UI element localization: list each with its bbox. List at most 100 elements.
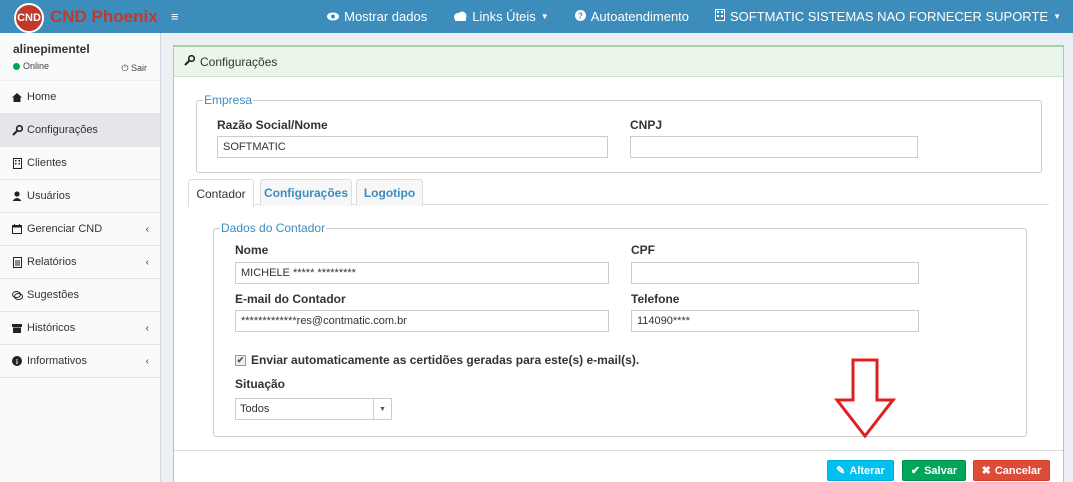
svg-text:i: i — [16, 358, 18, 366]
email-input[interactable]: *************res@contmatic.com.br — [235, 310, 609, 332]
logo-text: CND Phoenix — [50, 6, 158, 26]
check-icon: ✔ — [910, 465, 921, 477]
cpf-input[interactable] — [631, 262, 919, 284]
sidebar-item-label: Sugestões — [27, 289, 79, 301]
user-name: alinepimentel — [13, 42, 90, 56]
svg-text:?: ? — [578, 12, 583, 21]
sidebar-item-historicos[interactable]: Históricos ‹ — [0, 312, 160, 345]
report-icon — [10, 256, 24, 268]
situacao-label: Situação — [235, 377, 286, 391]
nome-input[interactable]: MICHELE ***** ********* — [235, 262, 609, 284]
sidebar-item-label: Históricos — [27, 322, 76, 334]
alterar-label: Alterar — [849, 464, 885, 477]
sidebar-item-label: Gerenciar CND — [27, 223, 103, 235]
tab-bar: Contador Configurações Logotipo — [188, 179, 1049, 207]
tab-contador[interactable]: Contador — [188, 179, 254, 207]
sidebar-item-label: Configurações — [27, 124, 98, 136]
sidebar-item-gerenciar-cnd[interactable]: Gerenciar CND ‹ — [0, 213, 160, 246]
telefone-label: Telefone — [631, 292, 680, 306]
cpf-label: CPF — [631, 243, 655, 257]
hamburger-icon[interactable]: ≡ — [171, 9, 179, 24]
user-status-label: Online — [23, 61, 50, 71]
building-icon — [10, 157, 24, 169]
alterar-button[interactable]: ✎ Alterar — [827, 460, 894, 481]
chevron-left-icon: ‹ — [145, 223, 149, 235]
razao-social-input[interactable]: SOFTMATIC — [217, 136, 608, 158]
wrench-icon — [184, 54, 196, 69]
dados-contador-legend: Dados do Contador — [221, 221, 326, 235]
user-panel: alinepimentel Online ⏻ Sair — [0, 33, 160, 81]
caret-down-icon: ▼ — [373, 399, 391, 419]
razao-social-label: Razão Social/Nome — [217, 118, 328, 132]
autoatendimento-label: Autoatendimento — [590, 9, 690, 24]
logo-badge: CND — [14, 3, 44, 33]
power-icon: ⏻ — [121, 63, 129, 73]
cancelar-button[interactable]: ✖ Cancelar — [973, 460, 1050, 481]
company-label: SOFTMATIC SISTEMAS NAO FORNECER SUPORTE — [730, 9, 1049, 24]
checkbox[interactable]: ✔ — [235, 354, 246, 366]
online-dot-icon — [13, 62, 20, 70]
comments-icon — [10, 290, 24, 300]
cnpj-label: CNPJ — [630, 118, 663, 132]
question-circle-icon: ? — [574, 9, 586, 24]
chevron-left-icon: ‹ — [145, 256, 149, 268]
logo[interactable]: CND CND Phoenix — [0, 0, 161, 33]
links-uteis-dropdown[interactable]: Links Úteis ▼ — [453, 9, 549, 24]
autoatendimento-link[interactable]: ? Autoatendimento — [574, 9, 690, 24]
close-icon: ✖ — [981, 465, 991, 477]
sidebar-item-relatorios[interactable]: Relatórios ‹ — [0, 246, 160, 279]
eye-icon — [327, 9, 340, 24]
sidebar-item-label: Informativos — [27, 355, 87, 367]
salvar-label: Salvar — [924, 464, 958, 477]
caret-down-icon: ▼ — [540, 12, 549, 21]
user-icon — [10, 191, 24, 201]
sidebar-item-configuracoes[interactable]: Configurações — [0, 114, 160, 147]
sidebar-item-sugestoes[interactable]: Sugestões — [0, 279, 160, 312]
nome-label: Nome — [235, 243, 269, 257]
empresa-fieldset: Empresa — [196, 93, 1042, 173]
email-label: E-mail do Contador — [235, 292, 346, 306]
calendar-icon — [10, 224, 24, 234]
footer-divider — [174, 450, 1063, 451]
company-dropdown[interactable]: SOFTMATIC SISTEMAS NAO FORNECER SUPORTE … — [715, 9, 1061, 24]
sidebar-item-label: Usuários — [27, 190, 71, 202]
auto-send-checkbox-row[interactable]: ✔ Enviar automaticamente as certidões ge… — [235, 353, 639, 367]
sidebar-item-clientes[interactable]: Clientes — [0, 147, 160, 180]
annotation-arrow-icon — [833, 358, 897, 441]
situacao-select[interactable]: Todos ▼ — [235, 398, 392, 420]
panel-title: Configurações — [200, 54, 278, 69]
mostrar-dados-link[interactable]: Mostrar dados — [327, 9, 427, 24]
sidebar-item-home[interactable]: Home — [0, 81, 160, 114]
history-icon — [10, 323, 24, 333]
tab-logotipo[interactable]: Logotipo — [356, 179, 423, 206]
salvar-button[interactable]: ✔ Salvar — [902, 460, 966, 481]
building-icon — [715, 9, 726, 24]
sidebar-item-label: Relatórios — [27, 256, 77, 268]
pencil-icon: ✎ — [836, 465, 846, 477]
top-navbar: ≡ Mostrar dados Links Úteis ▼ ? Autoaten… — [161, 0, 1073, 33]
auto-send-label: Enviar automaticamente as certidões gera… — [251, 353, 640, 367]
configuracoes-panel: Configurações Empresa Razão Social/Nome … — [173, 45, 1064, 482]
tab-configuracoes[interactable]: Configurações — [260, 179, 352, 206]
mostrar-dados-label: Mostrar dados — [344, 9, 428, 24]
sidebar-item-usuarios[interactable]: Usuários — [0, 180, 160, 213]
telefone-input[interactable]: 114090**** — [631, 310, 919, 332]
empresa-legend: Empresa — [204, 93, 253, 107]
sidebar-item-label: Clientes — [27, 157, 67, 169]
logout-link[interactable]: ⏻ Sair — [121, 63, 147, 74]
cancelar-label: Cancelar — [994, 464, 1042, 477]
links-uteis-label: Links Úteis — [472, 9, 536, 24]
cloud-icon — [453, 9, 467, 24]
sidebar-item-informativos[interactable]: i Informativos ‹ — [0, 345, 160, 378]
cnpj-input[interactable] — [630, 136, 918, 158]
sidebar: alinepimentel Online ⏻ Sair Home Configu… — [0, 33, 161, 482]
info-icon: i — [10, 356, 24, 366]
sidebar-item-label: Home — [27, 91, 57, 103]
chevron-left-icon: ‹ — [145, 322, 149, 334]
panel-header: Configurações — [174, 47, 1063, 77]
wrench-icon — [10, 124, 24, 136]
situacao-value: Todos — [240, 403, 270, 415]
home-icon — [10, 92, 24, 102]
logout-label: Sair — [130, 63, 147, 73]
chevron-left-icon: ‹ — [145, 355, 149, 367]
